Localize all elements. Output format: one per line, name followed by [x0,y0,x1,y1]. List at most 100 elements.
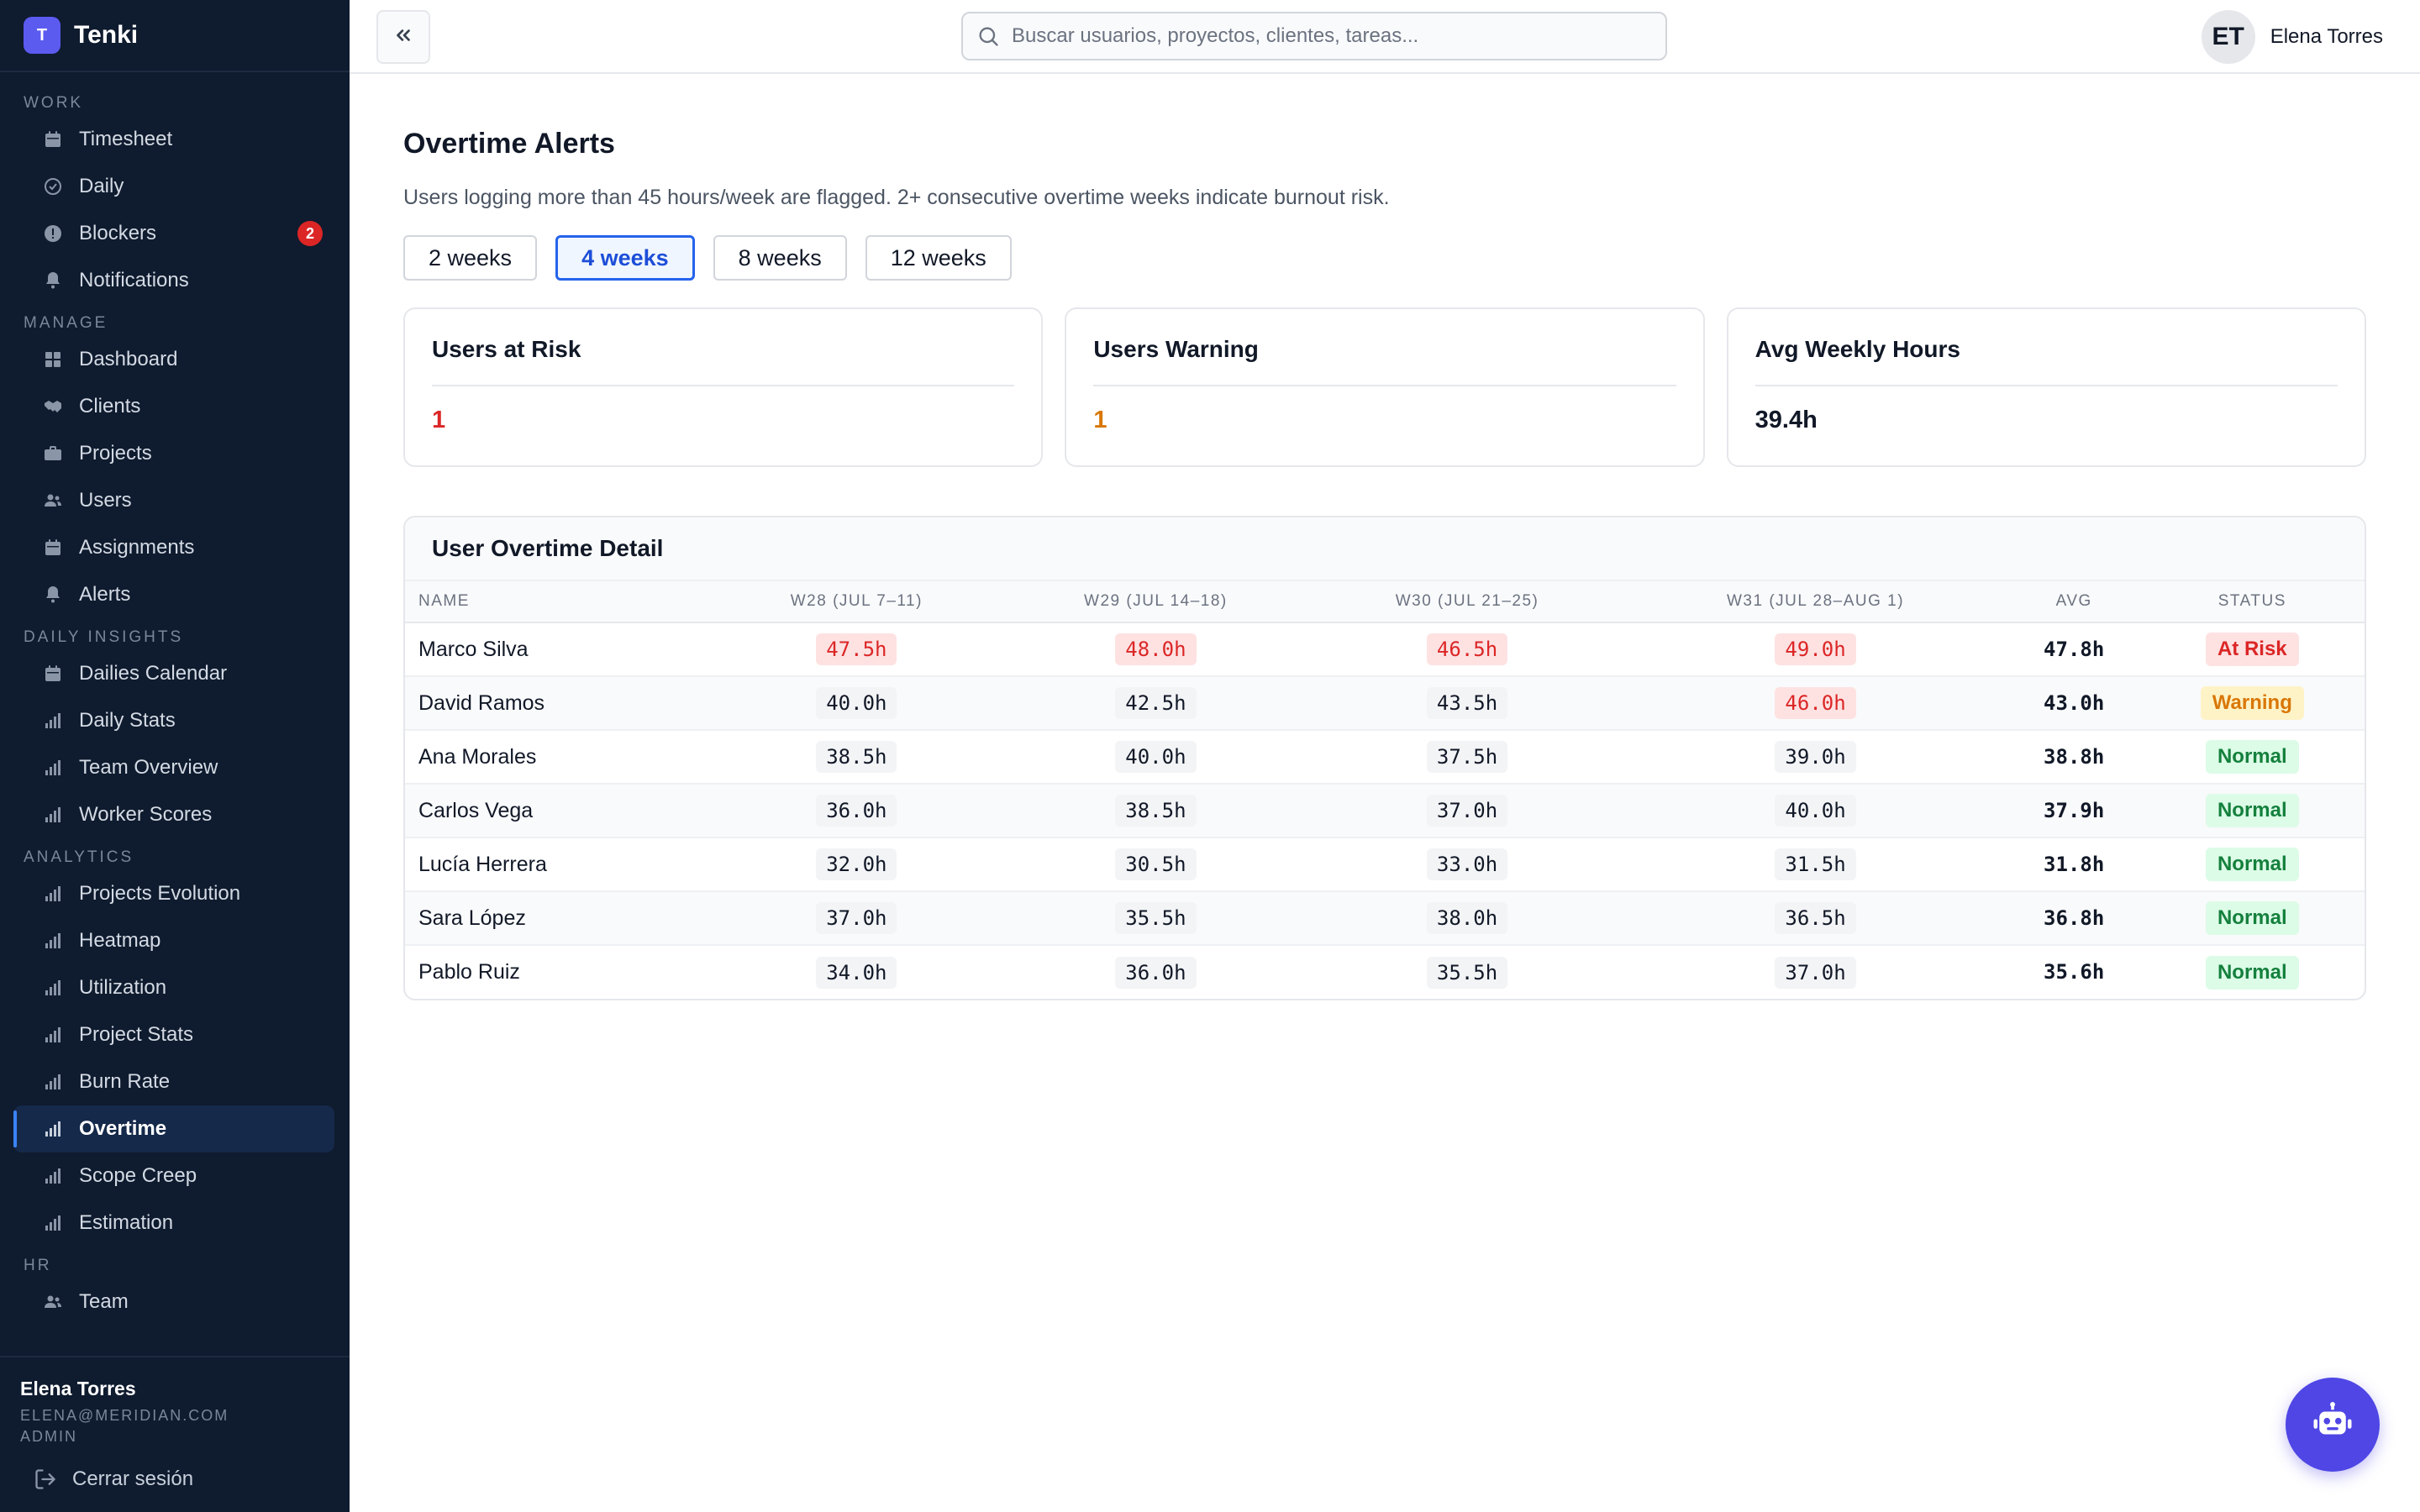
week-hours-cell: 30.5h [1000,837,1312,892]
sidebar-item-label: Timesheet [79,128,173,150]
page-title: Overtime Alerts [403,128,615,160]
tab-8-weeks[interactable]: 8 weeks [713,235,847,281]
sidebar-item-label: Scope Creep [79,1164,197,1187]
avg-cell: 38.8h [2007,730,2140,785]
table-row: Carlos Vega 36.0h 38.5h 37.0h 40.0h 37.9h Norm… [405,784,2365,838]
sidebar-item-worker-scores[interactable]: Worker Scores [13,791,334,838]
overtime-table-card: User Overtime Detail NAME W28 (JUL 7–11) W… [403,516,2366,1000]
overtime-table: NAME W28 (JUL 7–11) W29 (JUL 14–18) W30 (JU… [405,580,2365,999]
sidebar-item-label: Users [79,489,132,512]
column-header: STATUS [2139,580,2365,623]
avg-value: 47.8h [2044,637,2105,661]
sidebar-item-label: Notifications [79,269,189,291]
sidebar-item-label: Daily Stats [79,709,176,732]
bar-chart-icon [42,804,64,826]
tab-4-weeks[interactable]: 4 weeks [555,235,695,281]
sidebar-item-daily-stats[interactable]: Daily Stats [13,697,334,744]
tab-2-weeks[interactable]: 2 weeks [403,235,538,281]
card-title: Avg Weekly Hours [1754,336,2338,386]
assistant-fab-button[interactable] [2286,1378,2380,1472]
sidebar-item-project-stats[interactable]: Project Stats [13,1011,334,1058]
week-hours-cell: 31.5h [1623,837,2008,892]
column-header: W29 (JUL 14–18) [1000,580,1312,623]
sidebar-item-burn-rate[interactable]: Burn Rate [13,1058,334,1105]
stat-cards: Users at Risk 1 Users Warning 1 Avg Week… [403,307,2366,467]
sidebar-item-clients[interactable]: Clients [13,383,334,430]
sidebar-item-label: Estimation [79,1211,174,1234]
bar-chart-icon [42,1071,64,1093]
hours-value: 32.0h [816,848,897,880]
week-hours-cell: 32.0h [713,837,1001,892]
sidebar-item-timesheet[interactable]: Timesheet [13,116,334,163]
users-icon [42,490,64,512]
sidebar-item-overtime[interactable]: Overtime [13,1105,334,1152]
avg-value: 43.0h [2044,690,2105,715]
status-cell: Normal [2139,784,2365,838]
week-hours-cell: 35.5h [1000,891,1312,946]
status-badge: Warning [2200,686,2304,720]
sidebar-item-users[interactable]: Users [13,477,334,524]
week-hours-cell: 36.0h [1000,945,1312,999]
card-title: Users Warning [1093,336,1676,386]
week-hours-cell: 43.5h [1311,676,1623,731]
calendar-icon [42,663,64,685]
status-badge: Normal [2205,901,2299,935]
sidebar-item-dailies-calendar[interactable]: Dailies Calendar [13,650,334,697]
sidebar-item-projects[interactable]: Projects [13,430,334,477]
sidebar-item-label: Project Stats [79,1023,194,1046]
sidebar-item-label: Burn Rate [79,1070,171,1093]
sidebar-item-assignments[interactable]: Assignments [13,524,334,571]
hours-value: 42.5h [1115,687,1197,719]
table-header-row: NAME W28 (JUL 7–11) W29 (JUL 14–18) W30 (JU… [405,580,2365,623]
avg-cell: 47.8h [2007,622,2140,677]
sidebar-item-blockers[interactable]: Blockers 2 [13,210,334,257]
user-name-cell: Pablo Ruiz [418,960,520,984]
sidebar-item-notifications[interactable]: Notifications [13,257,334,304]
sidebar-item-team[interactable]: Team [13,1278,334,1326]
table-row: David Ramos 40.0h 42.5h 43.5h 46.0h 43.0h Warn… [405,676,2365,731]
search-input[interactable] [1012,24,1665,48]
hours-value: 35.5h [1115,902,1197,934]
sidebar-item-alerts[interactable]: Alerts [13,571,334,618]
user-menu[interactable]: ET Elena Torres [2201,10,2383,64]
count-badge: 2 [297,221,323,246]
bar-chart-icon [42,930,64,952]
bar-chart-icon [42,883,64,905]
hours-value: 33.0h [1426,848,1508,880]
week-hours-cell: 46.5h [1311,622,1623,677]
week-hours-cell: 38.5h [713,730,1001,785]
week-hours-cell: 46.0h [1623,676,2008,731]
main-content: Overtime Alerts Users logging more than … [403,74,2366,1000]
logout-button[interactable]: Cerrar sesión [34,1467,350,1491]
footer-user-name: Elena Torres [20,1378,136,1399]
brand-name: Tenki [74,21,139,49]
sidebar-item-team-overview[interactable]: Team Overview [13,744,334,791]
tab-12-weeks[interactable]: 12 weeks [865,235,1012,281]
sidebar-item-estimation[interactable]: Estimation [13,1200,334,1247]
handshake-icon [42,396,64,417]
card-avg-weekly-hours: Avg Weekly Hours 39.4h [1726,307,2366,467]
check-circle-icon [42,176,64,197]
table-row: Pablo Ruiz 34.0h 36.0h 35.5h 37.0h 35.6h Norma… [405,945,2365,999]
sidebar-item-projects-evolution[interactable]: Projects Evolution [13,870,334,917]
hours-value: 47.5h [816,633,897,665]
bar-chart-icon [42,1024,64,1046]
brand[interactable]: T Tenki [0,0,350,72]
hours-value: 40.0h [1115,741,1197,773]
sidebar: T Tenki WORK Timesheet Daily Blockers 2 Notif… [0,0,350,1512]
search-box[interactable] [961,12,1667,60]
status-cell: Normal [2139,730,2365,785]
bell-icon [42,584,64,606]
week-hours-cell: 36.5h [1623,891,2008,946]
hours-value: 38.5h [1115,795,1197,827]
collapse-sidebar-button[interactable] [376,10,430,64]
sidebar-item-dashboard[interactable]: Dashboard [13,336,334,383]
card-users-at-risk: Users at Risk 1 [403,307,1044,467]
sidebar-item-label: Blockers [79,222,157,244]
hours-value: 40.0h [816,687,897,719]
week-hours-cell: 49.0h [1623,622,2008,677]
sidebar-item-daily[interactable]: Daily [13,163,334,210]
sidebar-item-utilization[interactable]: Utilization [13,964,334,1011]
sidebar-item-scope-creep[interactable]: Scope Creep [13,1152,334,1200]
sidebar-item-heatmap[interactable]: Heatmap [13,917,334,964]
